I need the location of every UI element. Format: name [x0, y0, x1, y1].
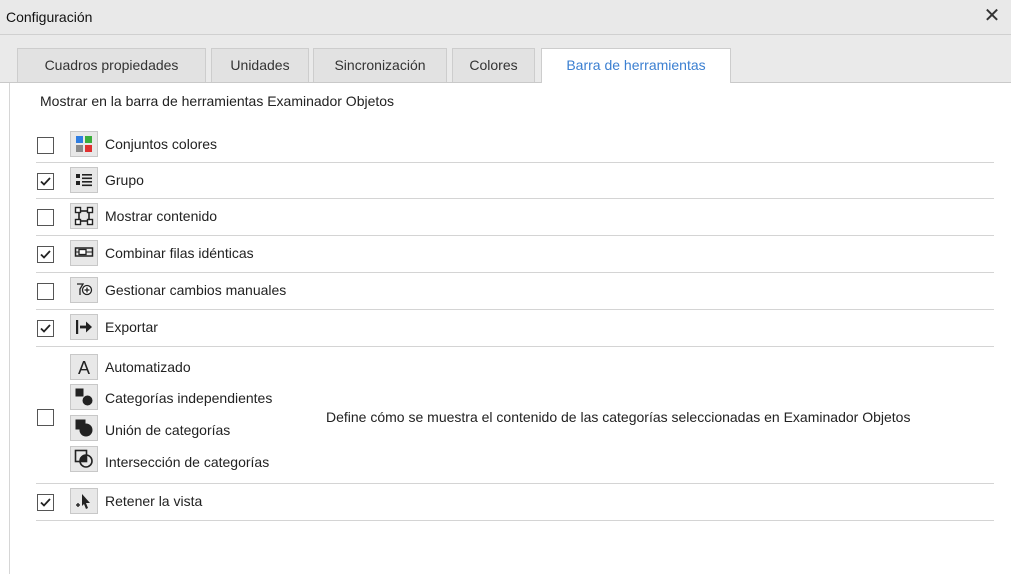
svg-text:A: A	[78, 358, 90, 377]
checkbox-grupo[interactable]	[37, 173, 54, 190]
tab-barra-de-herramientas[interactable]: Barra de herramientas	[541, 48, 731, 83]
manage-changes-icon	[70, 277, 98, 303]
checkbox-mostrar-contenido[interactable]	[37, 209, 54, 226]
list-item: Conjuntos colores	[36, 127, 994, 163]
list-item: Mostrar contenido	[36, 199, 994, 236]
item-label: Conjuntos colores	[105, 136, 218, 152]
checkbox-exportar[interactable]	[37, 320, 54, 337]
show-content-icon	[70, 203, 98, 229]
intersection-categories-icon[interactable]	[70, 446, 98, 472]
tab-strip: Cuadros propiedades Unidades Sincronizac…	[0, 35, 1011, 83]
checkbox-conjuntos-colores[interactable]	[37, 137, 54, 154]
tab-sincronizacion[interactable]: Sincronización	[313, 48, 447, 82]
color-sets-icon	[70, 131, 98, 157]
list-item: Retener la vista	[36, 484, 994, 521]
merge-rows-icon	[70, 240, 98, 266]
title-bar: Configuración ✕	[0, 0, 1011, 35]
list-item: Exportar	[36, 310, 994, 347]
window-title: Configuración	[6, 9, 93, 25]
list-item: Grupo	[36, 163, 994, 199]
checkbox-category-mode[interactable]	[37, 409, 54, 426]
option-label: Categorías independientes	[105, 390, 273, 406]
category-mode-description: Define cómo se muestra el contenido de l…	[326, 409, 911, 425]
list-item: Combinar filas idénticas	[36, 236, 994, 273]
checkbox-retener-vista[interactable]	[37, 494, 54, 511]
tab-unidades[interactable]: Unidades	[211, 48, 309, 82]
item-label: Combinar filas idénticas	[105, 245, 254, 261]
option-label: Automatizado	[105, 359, 191, 375]
panel-border	[9, 83, 10, 574]
section-heading: Mostrar en la barra de herramientas Exam…	[40, 93, 395, 109]
group-list-icon	[70, 167, 98, 193]
checkbox-combinar-filas[interactable]	[37, 246, 54, 263]
union-categories-icon[interactable]	[70, 415, 98, 441]
independent-categories-icon[interactable]	[70, 384, 98, 410]
letter-a-icon[interactable]: A	[70, 354, 98, 380]
category-mode-group: A Automatizado Categorías independientes…	[36, 347, 994, 484]
close-icon[interactable]: ✕	[981, 5, 1003, 27]
list-item: Gestionar cambios manuales	[36, 273, 994, 310]
option-label: Intersección de categorías	[105, 454, 270, 470]
export-icon	[70, 314, 98, 340]
retain-view-icon	[70, 488, 98, 514]
item-label: Mostrar contenido	[105, 208, 218, 224]
checkbox-gestionar-cambios[interactable]	[37, 283, 54, 300]
item-label: Gestionar cambios manuales	[105, 282, 287, 298]
item-label: Exportar	[105, 319, 158, 335]
option-label: Unión de categorías	[105, 422, 231, 438]
tab-cuadros-propiedades[interactable]: Cuadros propiedades	[17, 48, 206, 82]
item-label: Grupo	[105, 172, 144, 188]
item-label: Retener la vista	[105, 493, 203, 509]
tab-colores[interactable]: Colores	[452, 48, 535, 82]
